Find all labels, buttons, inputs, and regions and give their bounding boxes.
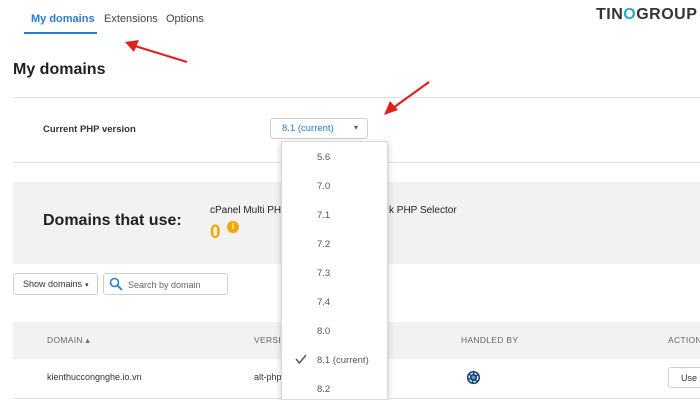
active-tab-indicator: [24, 32, 97, 34]
php-version-option-label: 7.3: [317, 268, 331, 279]
search-input[interactable]: [128, 277, 224, 292]
php-version-option-label: 5.6: [317, 152, 331, 163]
php-version-option[interactable]: 8.1 (current): [282, 345, 387, 374]
info-icon[interactable]: i: [227, 221, 239, 233]
php-version-label: Current PHP version: [43, 124, 136, 135]
domain-count: 0: [210, 222, 221, 243]
domain-cell: kienthuccongnghe.io.vn: [47, 372, 142, 382]
php-version-option[interactable]: 7.2: [282, 229, 387, 258]
logo-text-prefix: TIN: [596, 6, 624, 23]
search-icon: [109, 277, 123, 291]
tab-my-domains[interactable]: My domains: [31, 13, 95, 25]
version-cell: alt-php: [254, 372, 282, 382]
chevron-down-icon: ▾: [353, 123, 358, 132]
php-version-option-label: 7.1: [317, 210, 331, 221]
search-box[interactable]: [103, 273, 228, 295]
php-version-option[interactable]: 7.4: [282, 287, 387, 316]
php-version-option-label: 8.2: [317, 384, 331, 395]
logo-text-dot: O: [623, 6, 637, 23]
php-version-option[interactable]: 7.1: [282, 200, 387, 229]
show-domains-label: Show domains: [23, 279, 83, 289]
php-version-selected: 8.1 (current): [282, 123, 334, 134]
php-version-option[interactable]: 8.0: [282, 316, 387, 345]
php-version-option[interactable]: 8.2: [282, 374, 387, 399]
chevron-down-icon: ▾: [85, 282, 89, 289]
php-version-option-label: 7.2: [317, 239, 331, 250]
php-version-select[interactable]: 8.1 (current) ▾: [270, 118, 368, 139]
selector-name-text: cPanel Multi PH: [210, 205, 282, 216]
use-button-label: Use I: [681, 373, 700, 383]
tab-options[interactable]: Options: [166, 13, 204, 25]
php-version-option[interactable]: 7.0: [282, 171, 387, 200]
cloudlinux-icon: [466, 370, 481, 385]
show-domains-button[interactable]: Show domains ▾: [13, 273, 98, 295]
php-version-option-label: 7.4: [317, 297, 331, 308]
php-version-option[interactable]: 5.6: [282, 142, 387, 171]
use-button[interactable]: Use I: [668, 367, 700, 388]
divider: [13, 97, 700, 98]
php-version-option[interactable]: 7.3: [282, 258, 387, 287]
domains-that-use-title: Domains that use:: [43, 212, 182, 229]
check-icon: [295, 354, 307, 365]
php-version-dropdown[interactable]: 5.6 7.0 7.1 7.2 7.3 7.4 8.0 8.1 (current) 8.2: [281, 141, 388, 400]
annotation-arrow-tab: [125, 40, 188, 64]
tinogroup-logo: TINOGROUP: [596, 6, 697, 24]
column-header-actions: ACTION: [668, 335, 700, 345]
php-version-option-label: 8.0: [317, 326, 331, 337]
tab-extensions[interactable]: Extensions: [104, 13, 158, 25]
annotation-arrow-select: [384, 81, 430, 115]
php-version-option-label: 8.1 (current): [317, 355, 369, 366]
php-version-option-label: 7.0: [317, 181, 331, 192]
selector-name-text-tail: k PHP Selector: [389, 205, 457, 216]
tab-bar: My domains Extensions Options: [0, 0, 700, 34]
column-header-domain[interactable]: DOMAIN ▴: [47, 335, 90, 346]
column-header-handled-by: HANDLED BY: [461, 335, 519, 345]
logo-text-suffix: GROUP: [636, 6, 698, 23]
page-title: My domains: [13, 61, 106, 78]
